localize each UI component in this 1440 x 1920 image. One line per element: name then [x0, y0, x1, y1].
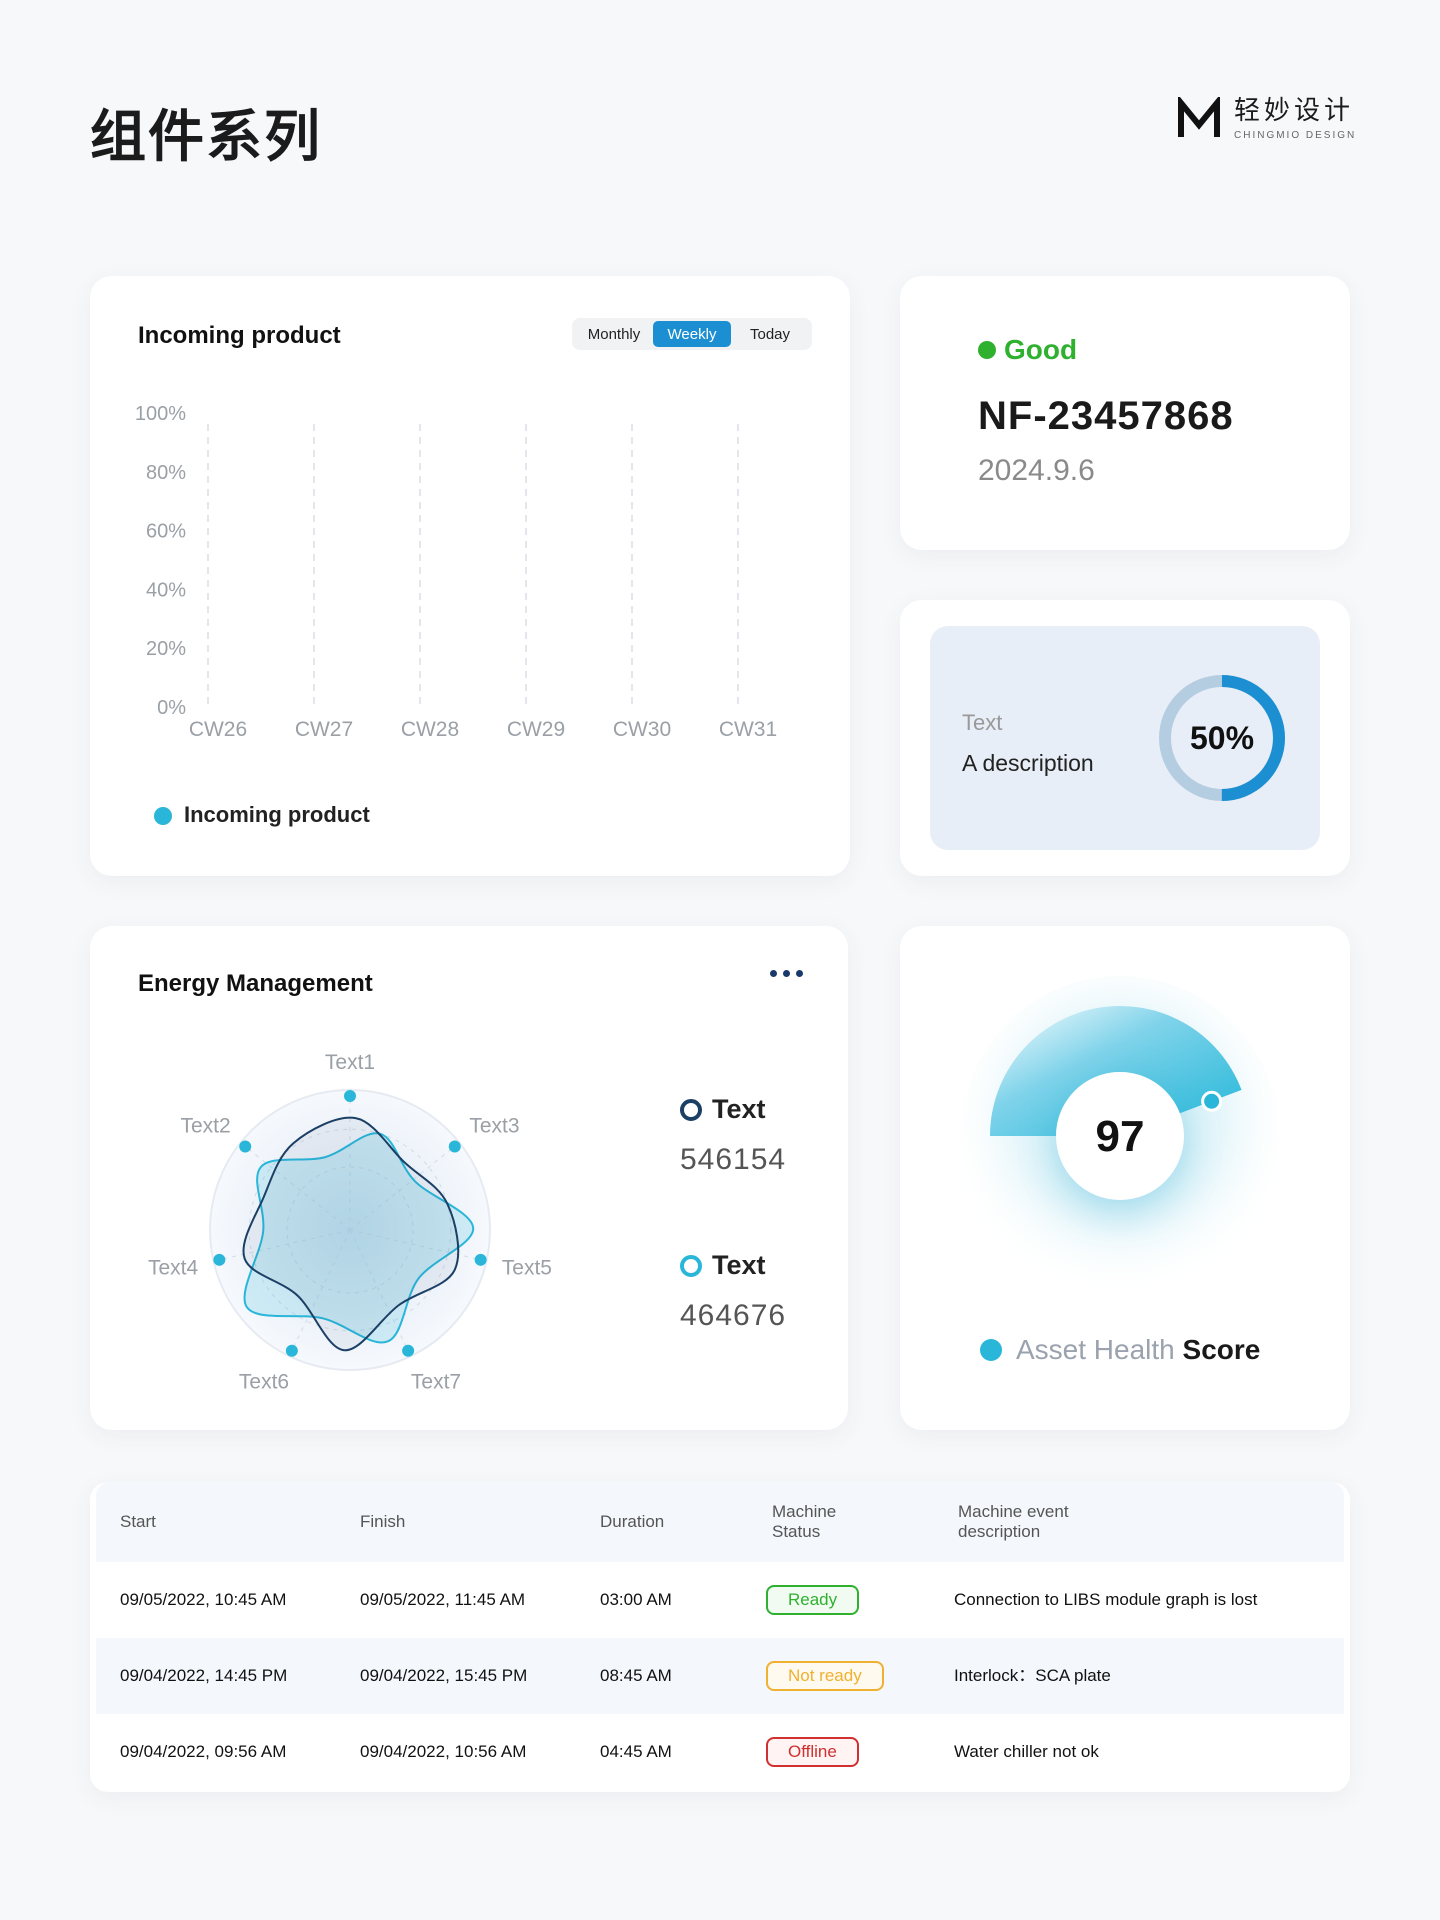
health-card: 97 Asset Health Score	[900, 926, 1350, 1430]
radar-axis-label: Text5	[502, 1256, 552, 1279]
incoming-product-chart: 100% 80% 60% 40% 20% 0%CW26 CW27 CW28 CW29 CW30 CW…	[135, 403, 777, 741]
status-card: Good NF-23457868 2024.9.6	[900, 276, 1350, 550]
percent-description: A description	[962, 750, 1094, 776]
dark-ring-icon	[680, 1098, 702, 1121]
health-legend-dot	[980, 1339, 1002, 1361]
table-header: Start Finish Duration Machine Status Mac…	[96, 1482, 1344, 1562]
gauge-knob	[1201, 1090, 1223, 1112]
radar-axis-dot	[239, 1140, 252, 1153]
incoming-product-card: Incoming product Monthly Weekly Today 10…	[90, 276, 850, 876]
cell-start: 09/05/2022, 10:45 AM	[120, 1590, 287, 1609]
table-row[interactable]: 09/05/2022, 10:45 AM 09/05/2022, 11:45 A…	[96, 1562, 1344, 1638]
energy-item-2-label: Text	[712, 1250, 766, 1280]
y-tick-label: 20%	[146, 638, 186, 660]
light-ring-icon	[680, 1254, 702, 1277]
percent-ring: 50%	[1159, 675, 1285, 801]
energy-title: Energy Management	[138, 970, 373, 997]
more-options-icon[interactable]	[770, 970, 803, 977]
status-good: Good	[978, 334, 1077, 366]
percent-card: Text A description 50%	[900, 600, 1350, 876]
header-finish: Finish	[360, 1512, 406, 1531]
radar-axis-dot	[344, 1090, 356, 1102]
status-badge: Ready	[766, 1585, 860, 1615]
energy-item-2: Text 464676	[680, 1250, 786, 1333]
radar-axis-dot	[213, 1253, 226, 1266]
cell-finish: 09/05/2022, 11:45 AM	[360, 1590, 526, 1609]
health-legend-dark: Score	[1182, 1334, 1261, 1365]
cell-start: 09/04/2022, 14:45 PM	[120, 1666, 288, 1685]
radar-axis-dot	[285, 1344, 298, 1357]
status-dot	[978, 341, 996, 359]
legend-dot	[154, 807, 172, 826]
health-score: 97	[1096, 1112, 1145, 1161]
status-badge: Offline	[766, 1737, 859, 1767]
radar-axis-dot	[402, 1344, 415, 1357]
status-date: 2024.9.6	[978, 454, 1095, 487]
radar-axis-label: Text2	[180, 1114, 230, 1137]
radar-axis-label: Text1	[325, 1051, 375, 1074]
y-tick-label: 80%	[146, 462, 186, 484]
cell-duration: 03:00 AM	[600, 1590, 672, 1609]
x-tick-label: CW26	[189, 718, 247, 741]
y-tick-label: 0%	[157, 697, 186, 719]
page-title: 组件系列	[90, 105, 322, 170]
radar-axis-dot	[448, 1140, 461, 1153]
y-tick-label: 60%	[146, 521, 186, 543]
header-event-description: Machine event description	[958, 1502, 1069, 1541]
header-start: Start	[120, 1512, 156, 1531]
brand-name-en: CHINGMIO DESIGN	[1234, 130, 1357, 141]
legend-label: Incoming product	[184, 802, 370, 827]
cell-description: Connection to LIBS module graph is lost	[954, 1590, 1258, 1609]
cell-finish: 09/04/2022, 15:45 PM	[360, 1666, 528, 1685]
cell-description: Water chiller not ok	[954, 1742, 1099, 1761]
cell-duration: 04:45 AM	[600, 1742, 672, 1761]
x-tick-label: CW27	[295, 718, 353, 741]
radar-axis-label: Text7	[411, 1370, 461, 1393]
energy-item-1-value: 546154	[680, 1143, 787, 1176]
status-code: NF-23457868	[978, 394, 1234, 438]
cell-finish: 09/04/2022, 10:56 AM	[360, 1742, 527, 1761]
percent-value: 50%	[1190, 720, 1254, 756]
header-machine-status: Machine Status	[772, 1502, 837, 1541]
y-tick-label: 100%	[135, 403, 186, 425]
status-badge: Not ready	[766, 1661, 884, 1691]
x-tick-label: CW29	[507, 718, 565, 741]
energy-item-2-value: 464676	[680, 1299, 787, 1332]
table-row[interactable]: 09/04/2022, 09:56 AM 09/04/2022, 10:56 A…	[96, 1714, 1344, 1790]
radar-axis-label: Text6	[239, 1370, 289, 1393]
brand-logo: 轻妙设计 CHINGMIO DESIGN	[1176, 96, 1356, 141]
brand-m-icon	[1178, 96, 1220, 137]
cell-start: 09/04/2022, 09:56 AM	[120, 1742, 287, 1761]
health-legend: Asset Health Score	[980, 1334, 1260, 1366]
x-tick-label: CW28	[401, 718, 459, 741]
energy-radar-chart: Text1 Text3 Text5 Text7 Text6 Text4 Text2	[148, 1051, 552, 1393]
x-tick-label: CW30	[613, 718, 671, 741]
radar-axis-label: Text4	[148, 1256, 199, 1279]
percent-panel: Text A description 50%	[930, 626, 1320, 850]
cell-duration: 08:45 AM	[600, 1666, 672, 1685]
health-legend-light: Asset Health	[1016, 1334, 1175, 1365]
radar-axis-label: Text3	[469, 1114, 519, 1137]
machine-events-table: Start Finish Duration Machine Status Mac…	[90, 1482, 1350, 1792]
cell-description: Interlock：SCA plate	[954, 1666, 1111, 1685]
header-duration: Duration	[600, 1512, 665, 1531]
status-label: Good	[1004, 334, 1078, 365]
health-gauge: 97	[960, 976, 1280, 1296]
x-tick-label: CW31	[719, 718, 777, 741]
y-tick-label: 40%	[146, 579, 186, 601]
percent-text: Text	[962, 710, 1003, 735]
brand-name-cn: 轻妙设计	[1234, 96, 1355, 126]
incoming-product-legend: Incoming product	[154, 802, 370, 828]
radar-axis-dot	[474, 1253, 487, 1266]
energy-item-1-label: Text	[712, 1094, 766, 1124]
energy-item-1: Text 546154	[680, 1094, 786, 1177]
table-row[interactable]: 09/04/2022, 14:45 PM 09/04/2022, 15:45 P…	[96, 1638, 1344, 1714]
energy-card: Energy Management Text1 Text3 Text5 Text7 Te…	[90, 926, 848, 1430]
